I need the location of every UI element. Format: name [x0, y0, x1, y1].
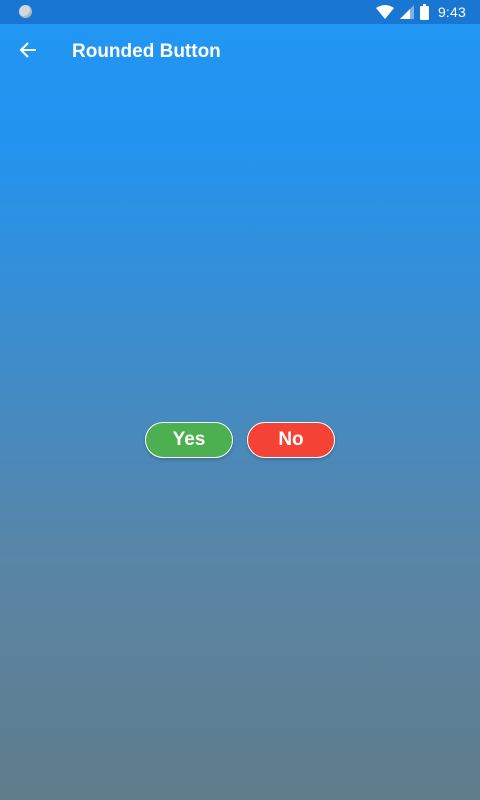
- status-icons: 9:43: [375, 3, 466, 21]
- status-bar: 9:43: [0, 0, 480, 24]
- cellular-signal-icon: [399, 5, 414, 19]
- page-title: Rounded Button: [72, 41, 221, 62]
- app-bar: Rounded Button: [0, 24, 480, 80]
- no-button[interactable]: No: [247, 422, 335, 458]
- back-button[interactable]: [8, 32, 48, 72]
- wifi-icon: [375, 5, 394, 19]
- battery-icon: [419, 4, 429, 20]
- status-time: 9:43: [437, 4, 466, 20]
- screen: 9:43 Rounded Button Yes No: [0, 0, 480, 800]
- arrow-back-icon: [19, 41, 37, 64]
- yes-button[interactable]: Yes: [145, 422, 233, 458]
- button-row: Yes No: [0, 422, 480, 458]
- notification-dot-icon: [19, 5, 32, 18]
